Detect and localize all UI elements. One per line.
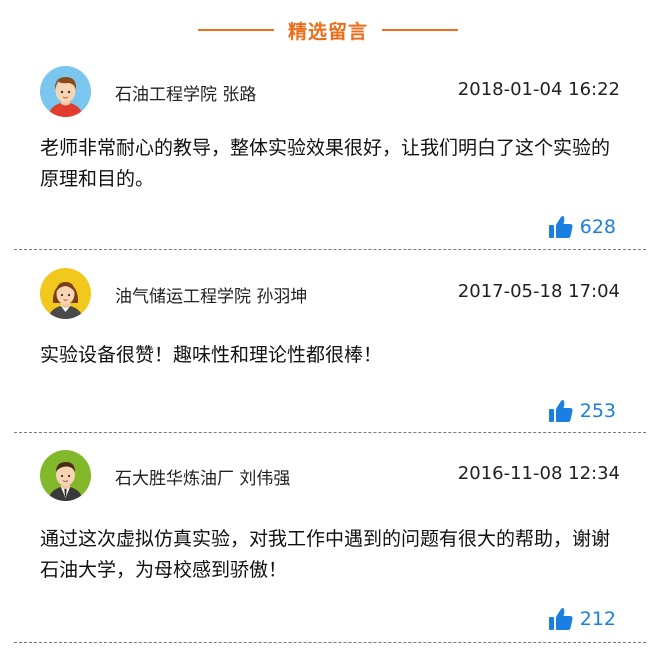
comment-item: 石油工程学院 张路 2018-01-04 16:22 老师非常耐心的教导，整体实… [14, 60, 646, 250]
comment-time: 2017-05-18 17:04 [457, 281, 620, 302]
like-count: 212 [579, 608, 616, 630]
thumbs-up-icon [548, 608, 573, 630]
comment-item: 油气储运工程学院 孙羽坤 2017-05-18 17:04 实验设备很赞！趣味性… [14, 262, 646, 433]
title-line-right [382, 29, 458, 31]
comment-content: 实验设备很赞！趣味性和理论性都很棒！ [40, 344, 383, 366]
like-button[interactable]: 212 [548, 606, 616, 632]
section-header: 精选留言 [0, 14, 656, 46]
like-button[interactable]: 253 [548, 398, 616, 424]
title-line-left [197, 29, 274, 31]
like-button[interactable]: 628 [548, 214, 616, 240]
thumbs-up-icon [548, 216, 573, 238]
comment-author: 油气储运工程学院 孙羽坤 [115, 287, 308, 307]
comment-time: 2016-11-08 12:34 [457, 463, 620, 484]
comment-content: 老师非常耐心的教导，整体实验效果很好，让我们明白了这个实验的原理和目的。 [40, 137, 611, 190]
comment-time: 2018-01-04 16:22 [457, 79, 620, 100]
section-title: 精选留言 [287, 20, 368, 43]
thumbs-up-icon [548, 400, 573, 422]
like-count: 628 [579, 216, 616, 238]
male-suit-avatar-icon [40, 450, 91, 501]
comment-author: 石大胜华炼油厂 刘伟强 [115, 469, 291, 489]
comment-content: 通过这次虚拟仿真实验，对我工作中遇到的问题有很大的帮助，谢谢石油大学，为母校感到… [40, 528, 611, 581]
like-count: 253 [579, 400, 616, 422]
female-avatar-icon [40, 268, 91, 319]
male-avatar-icon [40, 66, 91, 117]
comment-author: 石油工程学院 张路 [115, 85, 257, 105]
comment-item: 石大胜华炼油厂 刘伟强 2016-11-08 12:34 通过这次虚拟仿真实验，… [14, 444, 646, 643]
